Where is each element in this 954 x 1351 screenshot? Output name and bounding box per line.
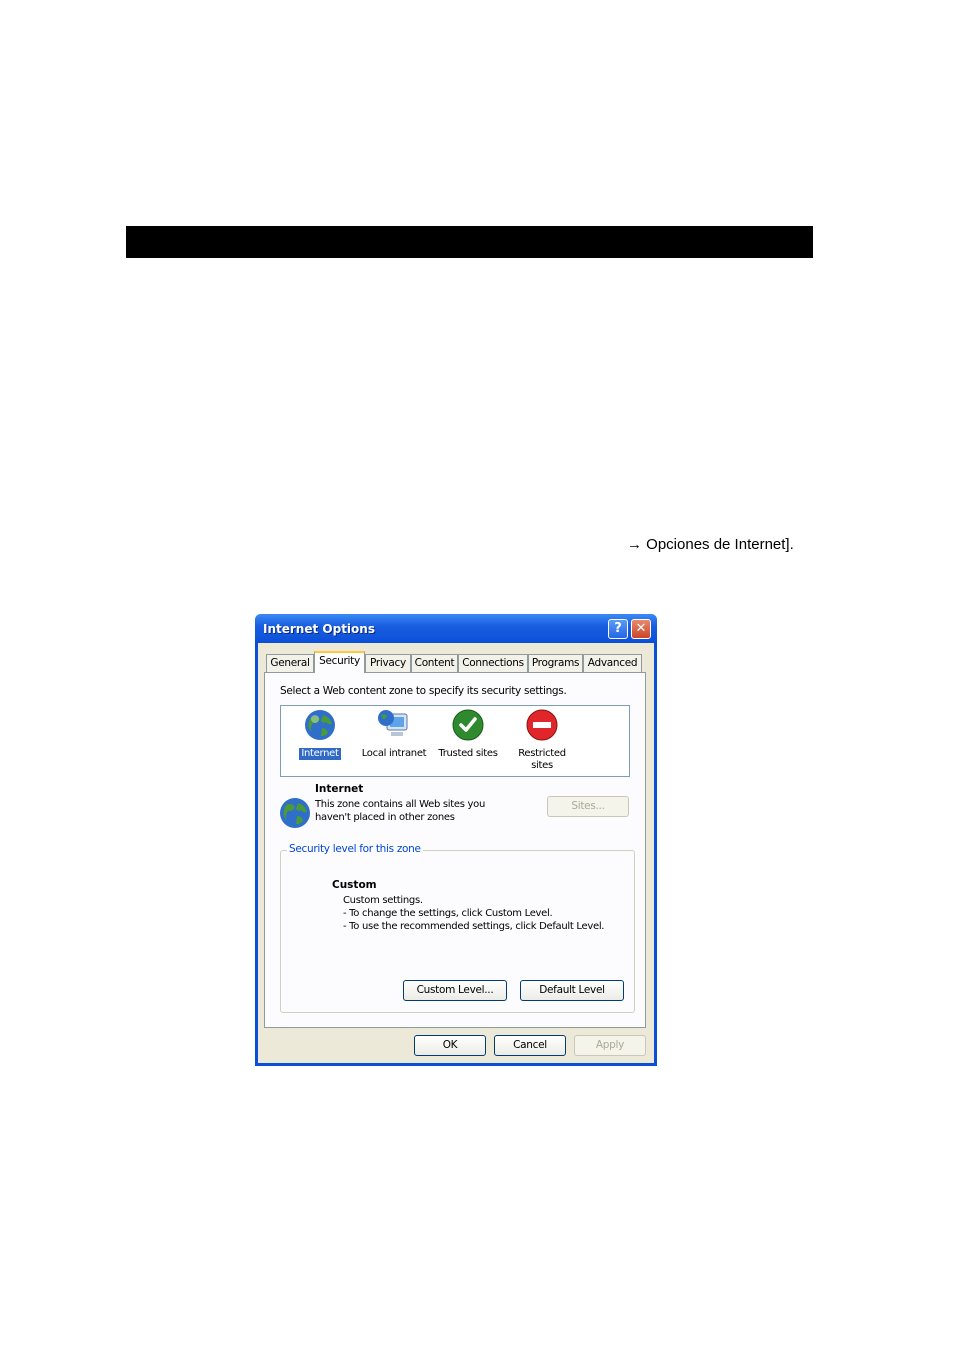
default-level-button[interactable]: Default Level xyxy=(520,980,624,1001)
security-level-line2: - To change the settings, click Custom L… xyxy=(343,908,553,919)
zone-local-intranet[interactable]: Local intranet xyxy=(359,706,429,760)
cancel-button[interactable]: Cancel xyxy=(494,1035,566,1056)
zone-restricted-line2: sites xyxy=(531,760,553,771)
tab-privacy[interactable]: Privacy xyxy=(365,654,411,672)
zone-desc-line1: This zone contains all Web sites you xyxy=(315,799,486,810)
breadcrumb-text: → Opciones de Internet]. xyxy=(627,536,794,553)
zone-restricted-line1: Restricted xyxy=(518,748,566,759)
tab-advanced[interactable]: Advanced xyxy=(583,654,642,672)
globe-icon xyxy=(305,710,335,740)
zone-internet-label: Internet xyxy=(299,748,341,760)
title-bar[interactable]: Internet Options ? ✕ xyxy=(255,614,657,643)
zone-trusted-sites-label: Trusted sites xyxy=(438,748,498,759)
security-level-line1: Custom settings. xyxy=(343,895,423,906)
tab-security[interactable]: Security xyxy=(314,651,365,673)
tab-general[interactable]: General xyxy=(266,654,314,672)
security-panel: Select a Web content zone to specify its… xyxy=(264,672,646,1028)
zone-restricted-sites-label: Restricted sites xyxy=(511,748,573,772)
security-level-line3: - To use the recommended settings, click… xyxy=(343,921,605,932)
close-button[interactable]: ✕ xyxy=(631,619,651,639)
heading-bar xyxy=(126,226,813,258)
sites-button[interactable]: Sites... xyxy=(547,796,629,817)
help-button[interactable]: ? xyxy=(608,619,628,639)
selected-zone-name: Internet xyxy=(315,783,364,795)
dialog-title: Internet Options xyxy=(263,622,375,636)
selected-zone-description: This zone contains all Web sites you hav… xyxy=(315,798,505,824)
zone-instruction: Select a Web content zone to specify its… xyxy=(280,685,567,697)
computer-globe-icon xyxy=(378,710,408,736)
security-level-label: Security level for this zone xyxy=(287,843,423,855)
zone-internet[interactable]: Internet xyxy=(295,706,345,760)
no-entry-icon xyxy=(526,709,558,741)
zone-trusted-sites[interactable]: Trusted sites xyxy=(436,706,500,760)
globe-icon xyxy=(280,798,310,828)
zone-desc-line2: haven't placed in other zones xyxy=(315,812,455,823)
apply-button[interactable]: Apply xyxy=(574,1035,646,1056)
custom-level-button[interactable]: Custom Level... xyxy=(403,980,507,1001)
tab-connections[interactable]: Connections xyxy=(458,654,528,672)
dialog-body: General Security Privacy Content Connect… xyxy=(258,643,654,1063)
zone-local-intranet-label: Local intranet xyxy=(361,748,427,759)
security-level-name: Custom xyxy=(332,879,377,891)
zone-list: Internet Local intranet Trusted sites Re… xyxy=(280,705,630,777)
tab-programs[interactable]: Programs xyxy=(528,654,583,672)
tab-content[interactable]: Content xyxy=(411,654,458,672)
checkmark-icon xyxy=(452,709,484,741)
zone-restricted-sites[interactable]: Restricted sites xyxy=(511,706,573,772)
ok-button[interactable]: OK xyxy=(414,1035,486,1056)
internet-options-dialog: Internet Options ? ✕ General Security Pr… xyxy=(255,614,657,1066)
